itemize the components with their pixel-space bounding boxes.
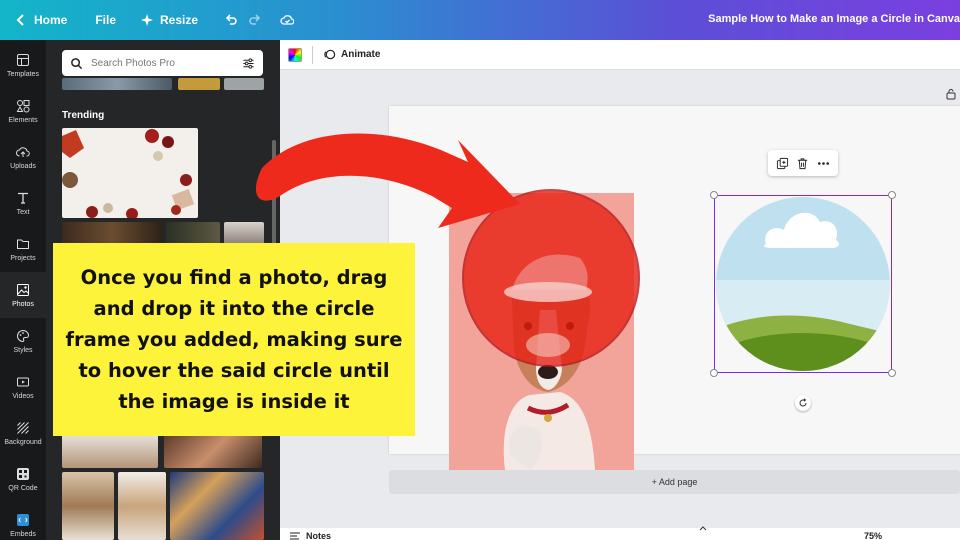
add-page-button[interactable]: + Add page — [389, 470, 960, 494]
notes-button[interactable]: Notes — [290, 531, 331, 540]
arrow-annotation — [255, 133, 520, 228]
more-icon[interactable] — [817, 157, 830, 170]
canva-editor: Home File Resize Sample How to Make an I… — [0, 0, 960, 540]
instruction-caption: Once you find a photo, drag and drop it … — [53, 243, 415, 436]
trash-icon[interactable] — [796, 157, 809, 170]
notes-icon — [290, 532, 300, 540]
rotate-icon — [799, 398, 807, 407]
notes-label: Notes — [306, 531, 332, 540]
duplicate-icon[interactable] — [776, 157, 789, 170]
resize-handle[interactable] — [710, 369, 718, 377]
bottom-bar: Notes 75% — [280, 526, 960, 540]
element-toolbar — [768, 150, 838, 176]
resize-handle[interactable] — [888, 369, 896, 377]
resize-handle[interactable] — [888, 191, 896, 199]
chevron-up-icon[interactable] — [698, 524, 708, 534]
selection-box[interactable] — [714, 195, 892, 373]
rotate-button[interactable] — [795, 395, 811, 411]
resize-handle[interactable] — [710, 191, 718, 199]
zoom-level[interactable]: 75% — [864, 531, 882, 540]
